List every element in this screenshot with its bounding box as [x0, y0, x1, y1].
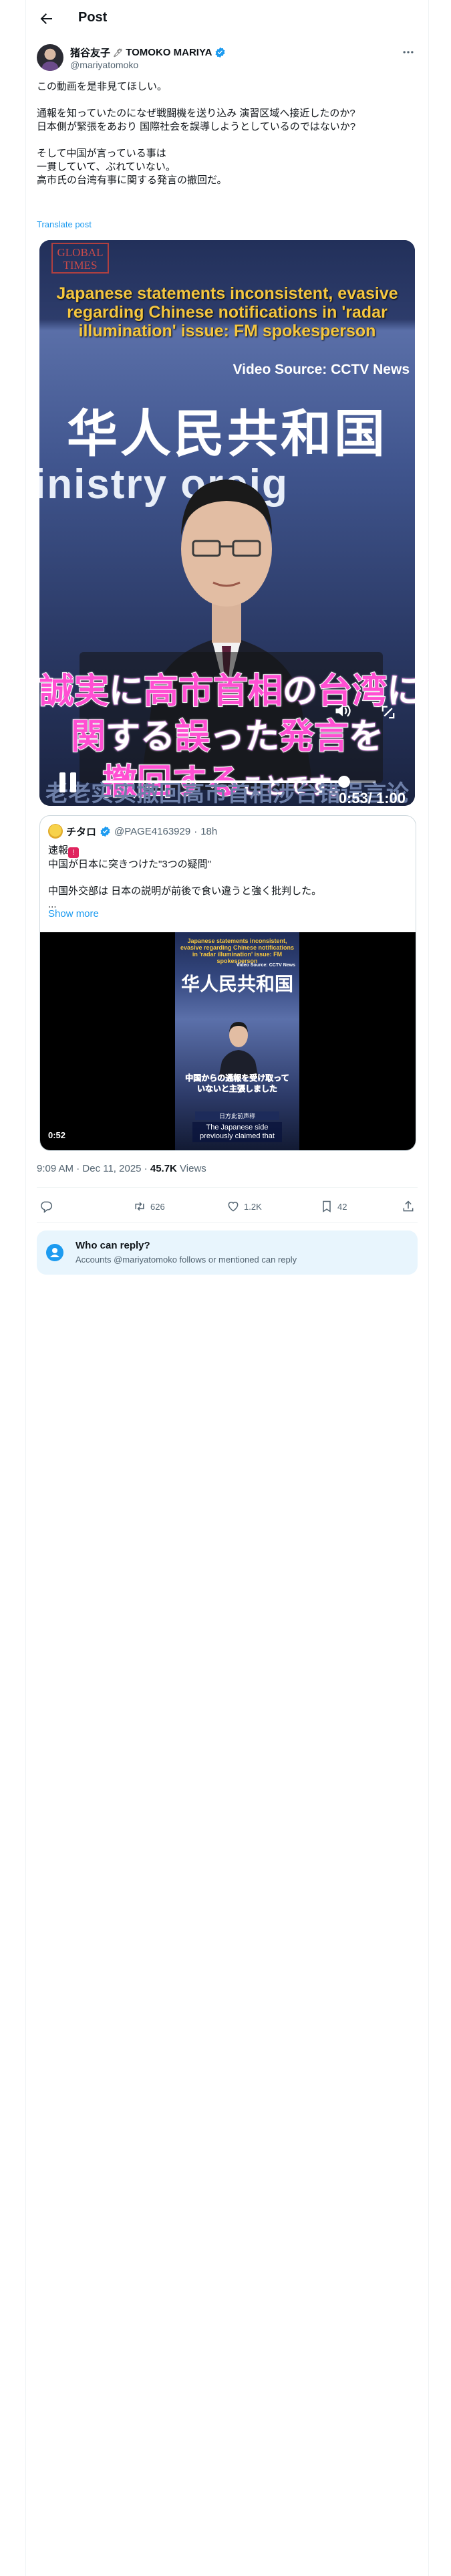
divider: [37, 1222, 418, 1223]
quote-handle: @PAGE4163929: [114, 825, 191, 837]
caption-word: に: [108, 671, 144, 712]
quote-line-1: 速報: [48, 845, 69, 856]
quote-video-caption: 中国からの通報を受け取っていないと主張しました: [185, 1073, 289, 1094]
author-name-text: 猪谷友子: [70, 47, 111, 59]
like-count: 1.2K: [244, 1201, 262, 1212]
heart-icon: [228, 1202, 239, 1212]
video-progress-fill: [102, 780, 345, 783]
reply-button[interactable]: [39, 1200, 53, 1213]
share-icon: [403, 1200, 414, 1212]
page-title: Post: [78, 10, 108, 25]
video-time: 0:53/ 1:00: [338, 790, 406, 806]
quote-author-name: チタロ: [66, 826, 97, 838]
video-controls: 0:53/ 1:00: [39, 748, 415, 806]
quote-text: 速報! 中国が日本に突きつけた"3つの疑問" 中国外交部は 日本の説明が前後で食…: [48, 844, 402, 911]
meta-separator: ·: [73, 1163, 83, 1174]
reply-restriction-notice: Who can reply? Accounts @mariyatomoko fo…: [37, 1230, 418, 1275]
repost-count: 626: [150, 1201, 165, 1212]
author-name[interactable]: 猪谷友子 🖊 TOMOKO MARIYA: [70, 45, 226, 60]
spokesperson-figure: [218, 1022, 259, 1078]
bookmark-button[interactable]: 42: [320, 1200, 347, 1213]
quote-video-bg-chars: 华人民共和国: [180, 974, 293, 994]
reply-restriction-icon: [46, 1244, 63, 1261]
repost-button[interactable]: 626: [133, 1200, 165, 1213]
user-at-icon: [50, 1248, 59, 1257]
caption-word: 誠実: [39, 671, 110, 712]
global-times-logo: GLOBAL TIMES: [51, 243, 109, 274]
quote-header: チタロ @PAGE4163929 · 18h: [48, 824, 217, 839]
post-date[interactable]: Dec 11, 2025: [82, 1163, 141, 1174]
caption-line-1: 誠実に高市首相の台湾に: [39, 663, 415, 713]
verified-badge-icon: [100, 826, 110, 837]
meta-separator: ·: [141, 1163, 150, 1174]
reply-restriction-title: Who can reply?: [76, 1240, 150, 1251]
translate-post-link[interactable]: Translate post: [37, 219, 92, 229]
caption-word: 高市首相: [143, 671, 283, 712]
video-headline: Japanese statements inconsistent, evasiv…: [56, 284, 398, 340]
post-time[interactable]: 9:09 AM: [37, 1163, 73, 1174]
page-header: Post: [26, 0, 428, 38]
show-more-link[interactable]: Show more: [48, 908, 99, 920]
reply-restriction-subtitle: Accounts @mariyatomoko follows or mentio…: [76, 1255, 297, 1265]
avatar[interactable]: [37, 44, 63, 71]
quote-line-3: 中国外交部は 日本の説明が前後で食い違うと強く批判した。: [48, 885, 322, 897]
video-progress-thumb[interactable]: [338, 776, 351, 788]
back-arrow-icon[interactable]: [38, 11, 54, 27]
like-button[interactable]: 1.2K: [227, 1200, 262, 1213]
quote-video[interactable]: Japanese statements inconsistent, evasiv…: [40, 932, 416, 1150]
video-player[interactable]: 华人民共和国 inistry oreig GLOBAL TIMES Japane…: [39, 240, 415, 806]
post-column: Post 猪谷友子 🖊 TOMOKO MARIYA @mariyatomoko …: [25, 0, 429, 2576]
quote-line-2: 中国が日本に突きつけた"3つの疑問": [48, 859, 211, 870]
more-options-icon[interactable]: [402, 45, 415, 59]
quote-video-frame: Japanese statements inconsistent, evasiv…: [175, 932, 299, 1150]
repost-icon: [135, 1202, 144, 1211]
quote-age: 18h: [200, 825, 218, 837]
quote-dot: ·: [194, 825, 198, 837]
post-metadata: 9:09 AM · Dec 11, 2025 · 45.7K Views: [37, 1163, 206, 1174]
quote-video-source: Video Source: CCTV News: [236, 963, 295, 968]
volume-icon[interactable]: [333, 702, 352, 720]
alarm-icon: !: [68, 847, 80, 858]
pause-button[interactable]: [59, 772, 78, 792]
verified-badge-icon: [215, 47, 225, 58]
quote-video-time: 0:52: [48, 1130, 66, 1140]
video-progress-bar[interactable]: [102, 776, 376, 788]
quote-video-subtitle: The Japanese side previously claimed tha…: [192, 1122, 282, 1142]
author-name-suffix: TOMOKO MARIYA: [126, 47, 212, 58]
action-bar: 626 1.2K 42: [37, 1194, 418, 1221]
caption-word: 台湾: [317, 671, 388, 712]
bookmark-icon: [323, 1200, 331, 1212]
share-button[interactable]: [402, 1200, 415, 1213]
quote-video-headline: Japanese statements inconsistent, evasiv…: [180, 938, 295, 964]
quoted-post[interactable]: チタロ @PAGE4163929 · 18h 速報! 中国が日本に突きつけた"3…: [39, 815, 416, 1151]
views-count: 45.7K: [150, 1163, 177, 1174]
divider: [37, 1187, 418, 1188]
views-label: Views: [176, 1163, 206, 1174]
fullscreen-icon[interactable]: [379, 703, 398, 722]
author-emoji-icon: 🖊: [113, 47, 124, 58]
reply-icon: [41, 1201, 53, 1213]
post-text: この動画を是非見てほしい。 通報を知っていたのになぜ戦闘機を送り込み 演習区域へ…: [37, 81, 356, 186]
author-handle[interactable]: @mariyatomoko: [70, 60, 138, 70]
quote-avatar: [48, 824, 63, 839]
caption-word: の: [282, 671, 318, 712]
post-author: 猪谷友子 🖊 TOMOKO MARIYA @mariyatomoko: [37, 44, 418, 74]
video-source: Video Source: CCTV News: [233, 362, 410, 377]
bookmark-count: 42: [337, 1201, 347, 1212]
quote-video-label: 日方此前声称: [195, 1111, 279, 1120]
